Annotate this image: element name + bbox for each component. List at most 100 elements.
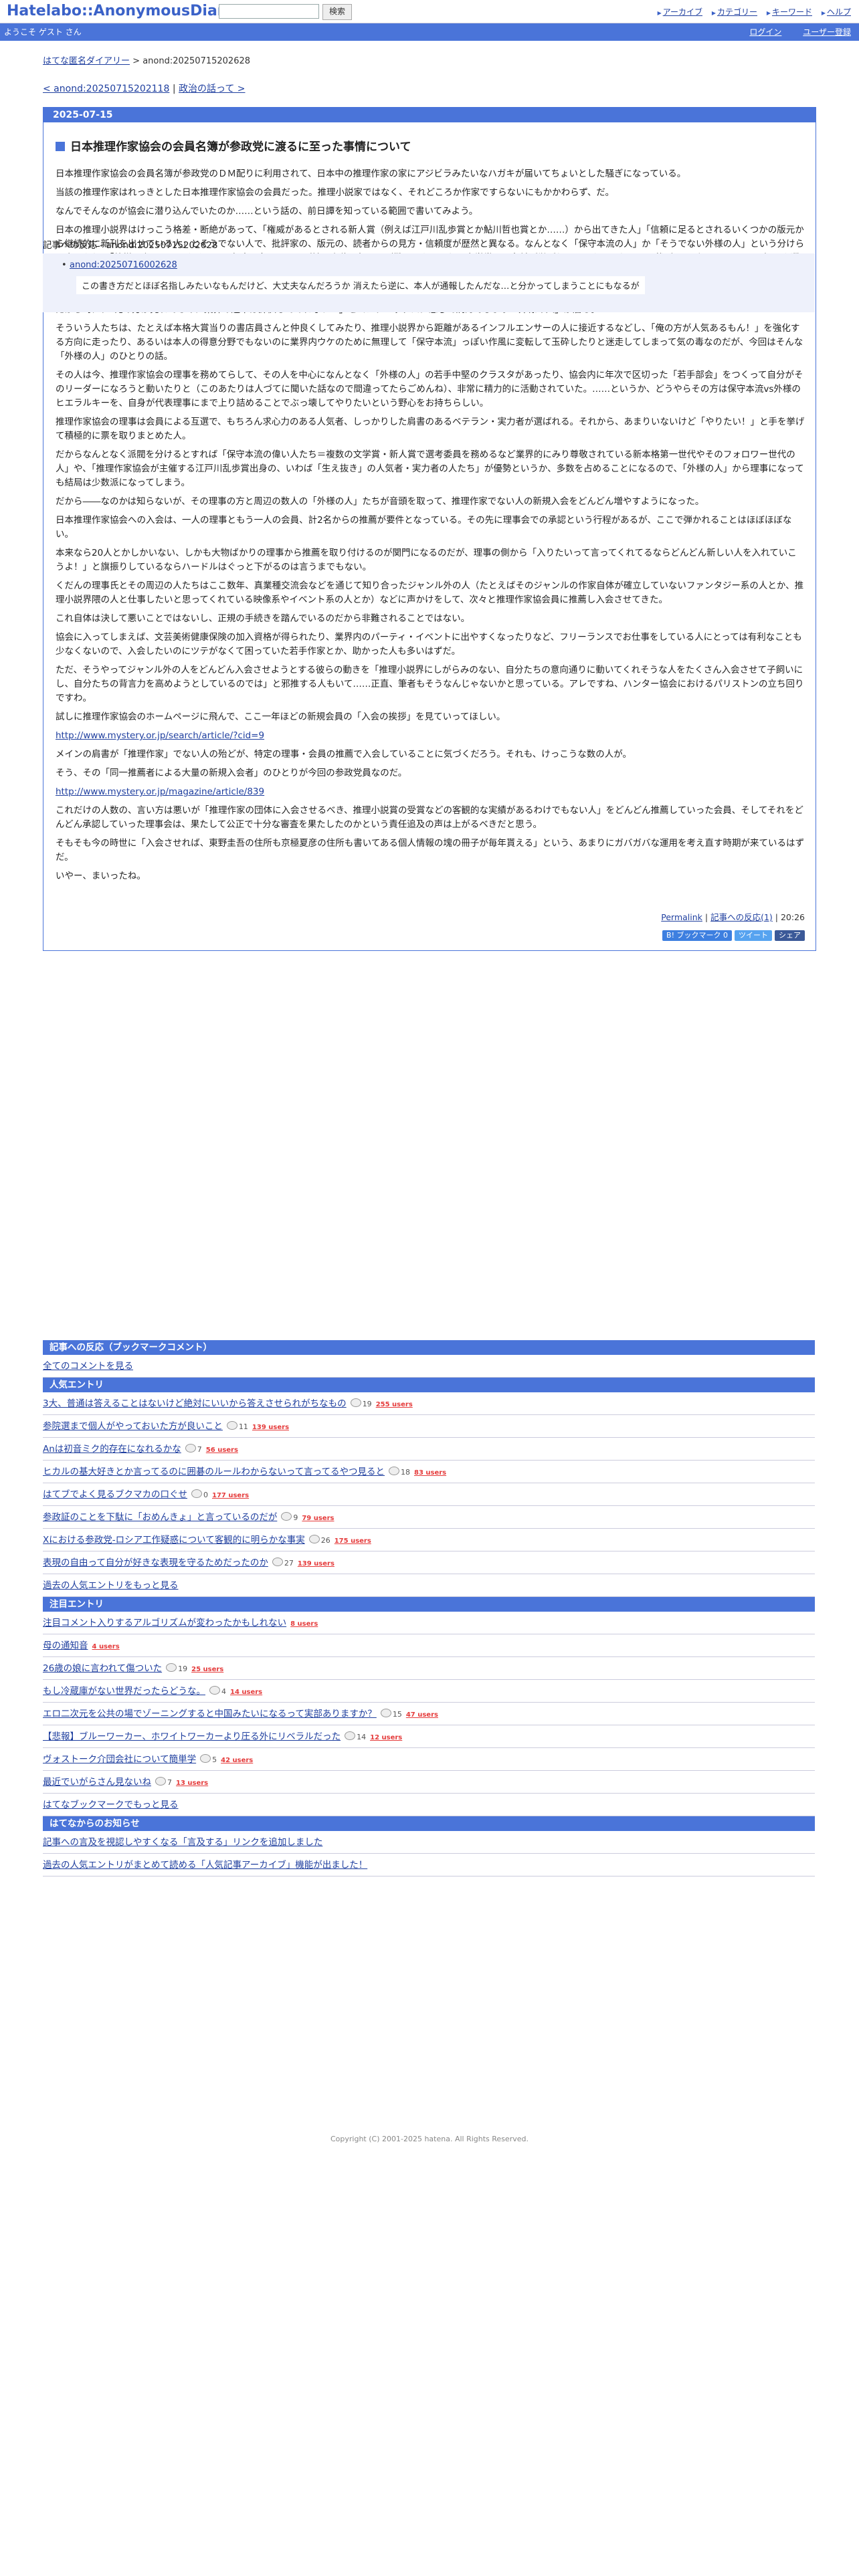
bookmark-users-badge[interactable]: 13 users — [176, 1772, 208, 1795]
prev-entry-link[interactable]: < anond:20250715202118 — [43, 84, 169, 94]
list-item: 過去の人気エントリがまとめて読める「人気記事アーカイブ」機能が出ました！ — [43, 1854, 815, 1876]
next-entry-link[interactable]: 政治の話って > — [179, 84, 245, 94]
bookmark-users-badge[interactable]: 175 users — [335, 1530, 371, 1553]
notice-link[interactable]: 記事への言及を視認しやすくなる「言及する」リンクを追加しました — [43, 1837, 322, 1848]
hot-entry-link[interactable]: 【悲報】ブルーワーカー、ホワイトワーカーより圧る外にリベラルだった — [43, 1731, 341, 1742]
list-item: 3大、普通は答えることはないけど絶対にいいから答えさせられがちなもの 19 255 … — [43, 1392, 815, 1415]
search-button[interactable]: 検索 — [322, 4, 352, 20]
breadcrumb-home[interactable]: はてな匿名ダイアリー — [43, 56, 130, 66]
article-paragraph: 推理作家協会の理事は会員による互選で、もちろん求心力のある人気者、しっかりした肩… — [56, 417, 805, 441]
popular-entry-link[interactable]: Anは初音ミク的存在になれるかな — [43, 1444, 181, 1455]
comment-count: 7 — [185, 1438, 202, 1461]
article-paragraph: だからなんとなく派閥を分けるとすれば「保守本流の偉い人たち＝複数の文学賞・新人賞… — [56, 449, 804, 488]
notices-header: はてなからのお知らせ — [43, 1816, 815, 1831]
popular-entry-link[interactable]: 参政証のことを下駄に「おめんきょ」と言っているのだが — [43, 1512, 277, 1523]
article-paragraph: くだんの理事氏とその周辺の人たちはここ数年、真業種交流会などを通じて知り合ったジ… — [56, 580, 804, 605]
bookmark-users-badge[interactable]: 139 users — [298, 1553, 335, 1576]
comment-count: 19 — [351, 1393, 372, 1416]
bookmark-users-badge[interactable]: 255 users — [376, 1394, 413, 1416]
article-title: 日本推理作家協会の会員名簿が参政党に渡るに至った事情について — [56, 137, 816, 154]
comment-count: 27 — [272, 1552, 294, 1575]
article-paragraph: そう、その「同一推薦者による大量の新規入会者」のひとりが今回の参政党員なのだ。 — [56, 768, 407, 778]
notice-link[interactable]: 過去の人気エントリがまとめて読める「人気記事アーカイブ」機能が出ました！ — [43, 1860, 367, 1870]
nav-archive[interactable]: アーカイブ — [658, 7, 702, 17]
list-item: はてブでよく見るブクマカの口ぐせ 0 177 users — [43, 1483, 815, 1506]
reactions-link[interactable]: 記事への反応(1) — [710, 912, 773, 922]
reaction-link[interactable]: anond:20250716002628 — [70, 260, 177, 270]
facebook-share-button[interactable]: シェア — [775, 930, 805, 941]
bookmark-users-badge[interactable]: 83 users — [414, 1462, 446, 1485]
article-paragraph: メインの肩書が「推理作家」でない人の殆どが、特定の理事・会員の推薦で入会している… — [56, 749, 632, 760]
bookmark-users-badge[interactable]: 42 users — [221, 1749, 253, 1772]
popular-entry-link[interactable]: Xにおける参政党-ロシア工作疑惑について客観的に明らかな事実 — [43, 1535, 305, 1545]
hot-entry-link[interactable]: もし冷蔵庫がない世界だったらどうな。 — [43, 1686, 205, 1697]
comment-count: 26 — [309, 1529, 330, 1552]
article-paragraph: http://www.mystery.or.jp/search/article/… — [56, 729, 805, 743]
list-item: ヒカルの基大好きとか言ってるのに囲碁のルールわからないって言ってるやつ見ると 18… — [43, 1461, 815, 1483]
bookmark-users-badge[interactable]: 47 users — [406, 1704, 438, 1727]
site-logo[interactable]: Hatelabo::AnonymousDiary — [7, 3, 234, 19]
article-paragraph: その人は今、推理作家協会の理事を務めてらして、その人を中心になんとなく「外様の人… — [56, 370, 803, 409]
article-link[interactable]: http://www.mystery.or.jp/search/article/… — [56, 730, 264, 741]
list-item: 過去の人気エントリをもっと見る — [43, 1574, 815, 1597]
popular-entry-link[interactable]: はてブでよく見るブクマカの口ぐせ — [43, 1489, 187, 1500]
comment-count: 5 — [200, 1749, 217, 1772]
list-item: ヴォストーク介団会社について簡単学 5 42 users — [43, 1748, 815, 1771]
popular-entry-link[interactable]: 3大、普通は答えることはないけど絶対にいいから答えさせられがちなもの — [43, 1398, 347, 1409]
article-paragraph: いやー、まいったね。 — [56, 871, 146, 881]
article-paragraph: 日本推理作家協会の会員名簿が参政党のＤＭ配りに利用されて、日本中の推理作家の家に… — [56, 169, 686, 179]
more-hot-link[interactable]: はてなブックマークでもっと見る — [43, 1800, 179, 1810]
bookmark-users-badge[interactable]: 139 users — [252, 1416, 289, 1439]
bookmark-users-badge[interactable]: 56 users — [206, 1439, 238, 1462]
breadcrumb-current: anond:20250715202628 — [142, 56, 251, 66]
article-meta: Permalink | 記事への反応(1) | 20:26 — [661, 912, 805, 922]
bookmark-users-badge[interactable]: 4 users — [92, 1636, 120, 1658]
comment-count: 0 — [191, 1484, 208, 1507]
hot-entry-link[interactable]: 最近でいがらさん見ないね — [43, 1777, 151, 1788]
comment-count: 18 — [389, 1461, 410, 1484]
bookmark-users-badge[interactable]: 177 users — [212, 1485, 249, 1507]
article-paragraph: だから――なのかは知らないが、その理事の方と周辺の数人の「外様の人」たちが音頭を… — [56, 496, 704, 507]
top-nav: アーカイブ カテゴリー キーワード ヘルプ — [651, 6, 851, 17]
bookmark-users-badge[interactable]: 25 users — [191, 1658, 223, 1681]
hot-entries-header: 注目エントリ — [43, 1597, 815, 1612]
popular-entry-link[interactable]: 表現の自由って自分が好きな表現を守るためだったのか — [43, 1558, 268, 1568]
article-paragraph: 試しに推理作家協会のホームページに飛んで、ここ一年ほどの新規会員の「入会の挨拶」… — [56, 712, 506, 722]
comment-count: 9 — [281, 1507, 298, 1529]
bookmark-users-badge[interactable]: 79 users — [302, 1507, 334, 1530]
popular-entries-header: 人気エントリ — [43, 1378, 815, 1392]
nav-help[interactable]: ヘルプ — [822, 7, 851, 17]
hatena-bookmark-button[interactable]: B! ブックマーク 0 — [662, 930, 732, 941]
hot-entry-link[interactable]: 母の通知音 — [43, 1640, 88, 1651]
article-paragraph: 日本推理作家協会への入会は、一人の理事ともう一人の会員、計2名からの推薦が要件と… — [56, 515, 792, 540]
tweet-button[interactable]: ツイート — [735, 930, 772, 941]
more-popular-link[interactable]: 過去の人気エントリをもっと見る — [43, 1580, 179, 1591]
popular-entry-link[interactable]: ヒカルの基大好きとか言ってるのに囲碁のルールわからないって言ってるやつ見ると — [43, 1467, 385, 1477]
prev-next-separator: | — [169, 84, 179, 94]
nav-category[interactable]: カテゴリー — [712, 7, 757, 17]
popular-entry-link[interactable]: 参院選まで個人がやっておいた方が良いこと — [43, 1421, 223, 1432]
list-item: 最近でいがらさん見ないね 7 13 users — [43, 1771, 815, 1794]
hot-entry-link[interactable]: 注目コメント入りするアルゴリズムが変わったかもしれない — [43, 1618, 286, 1628]
list-item: 記事への言及を視認しやすくなる「言及する」リンクを追加しました — [43, 1831, 815, 1854]
permalink[interactable]: Permalink — [661, 912, 702, 922]
list-item: 参政証のことを下駄に「おめんきょ」と言っているのだが 9 79 users — [43, 1506, 815, 1529]
all-comments-link[interactable]: 全てのコメントを見る — [43, 1361, 133, 1372]
article-paragraph: なんでそんなのが協会に潜り込んでいたのか……という話の、前日譚を知っている範囲で… — [56, 206, 478, 217]
login-link[interactable]: ログイン — [749, 27, 781, 37]
register-link[interactable]: ユーザー登録 — [803, 27, 851, 37]
share-buttons: B! ブックマーク 0 ツイート シェア — [43, 923, 816, 950]
bookmark-users-badge[interactable]: 14 users — [230, 1681, 262, 1704]
nav-keyword[interactable]: キーワード — [767, 7, 812, 17]
bookmark-users-badge[interactable]: 8 users — [290, 1613, 318, 1636]
search-input[interactable] — [219, 4, 319, 19]
comment-count: 14 — [345, 1726, 366, 1749]
copyright: Copyright (C) 2001-2025 hatena. All Righ… — [330, 2135, 529, 2143]
bookmark-users-badge[interactable]: 12 users — [370, 1727, 402, 1749]
hot-entry-link[interactable]: 26歳の娘に言われて傷ついた — [43, 1663, 162, 1674]
hot-entry-link[interactable]: エロ二次元を公共の場でゾーニングすると中国みたいになるって実部ありますか？ — [43, 1709, 377, 1719]
list-item: 注目コメント入りするアルゴリズムが変わったかもしれない 8 users — [43, 1612, 815, 1634]
article-paragraph: 協会に入ってしまえば、文芸美術健康保険の加入資格が得られたり、業界内のパーティ・… — [56, 632, 802, 657]
hot-entry-link[interactable]: ヴォストーク介団会社について簡単学 — [43, 1754, 196, 1765]
article-link[interactable]: http://www.mystery.or.jp/magazine/articl… — [56, 786, 264, 797]
